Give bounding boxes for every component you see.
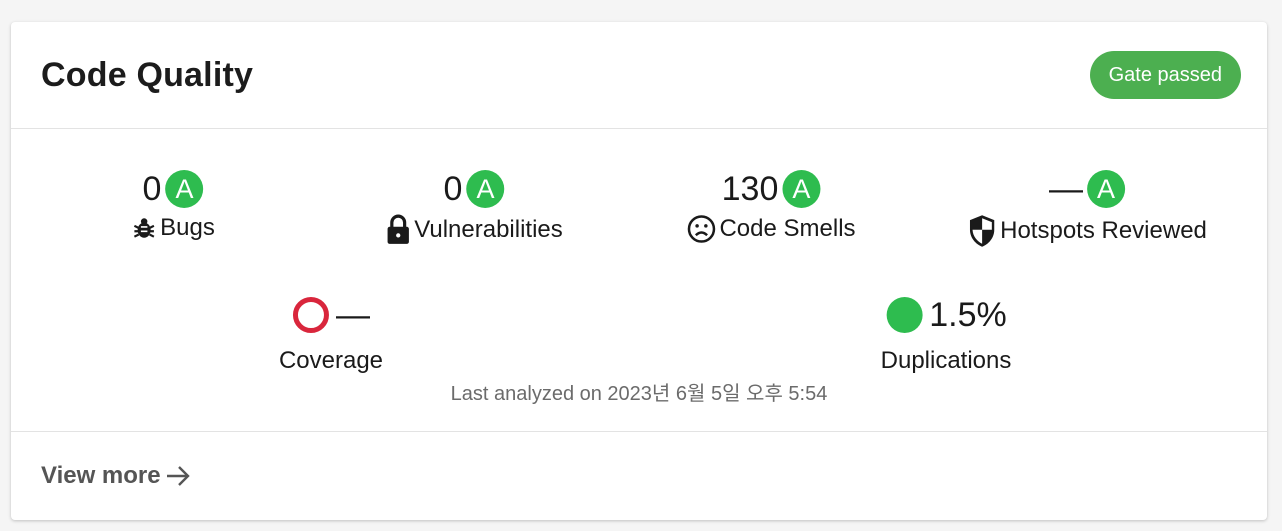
- hotspots-value: —: [1048, 169, 1083, 208]
- metric-bugs[interactable]: 0 A Bugs: [131, 164, 215, 242]
- metric-duplications[interactable]: 1.5% Duplications: [881, 289, 1012, 375]
- coverage-label: Coverage: [278, 347, 384, 374]
- shield-icon: [969, 215, 995, 247]
- sad-face-icon: [687, 215, 716, 243]
- metric-hotspots-reviewed[interactable]: — A Hotspots Reviewed: [967, 164, 1207, 248]
- card-title: Code Quality: [41, 55, 254, 94]
- code-smells-label: Code Smells: [719, 215, 856, 242]
- bugs-label: Bugs: [160, 214, 215, 241]
- duplication-dot-icon: [886, 297, 923, 333]
- vulnerabilities-value: 0: [443, 169, 463, 208]
- bug-icon: [133, 218, 155, 238]
- metric-coverage[interactable]: — Coverage: [279, 289, 383, 375]
- last-analyzed-text: Last analyzed on 2023년 6월 5일 오후 5:54: [450, 383, 828, 405]
- card-body: 0 A Bugs 0 A Vulnerabilities 130 A Code …: [11, 129, 1267, 432]
- card-header: Code Quality Gate passed: [11, 22, 1267, 129]
- code-quality-card: Code Quality Gate passed 0 A Bugs 0 A Vu…: [11, 22, 1267, 520]
- metric-code-smells[interactable]: 130 A Code Smells: [686, 164, 856, 244]
- duplications-value: 1.5%: [929, 295, 1007, 334]
- gate-status-badge: Gate passed: [1089, 51, 1241, 99]
- lock-icon: [387, 214, 409, 244]
- card-footer: View more: [11, 432, 1267, 519]
- code-smells-rating-badge: A: [782, 170, 821, 208]
- coverage-ring-icon: [293, 297, 329, 333]
- vulnerabilities-label: Vulnerabilities: [414, 216, 563, 243]
- hotspots-rating-badge: A: [1086, 170, 1125, 208]
- bugs-value: 0: [142, 169, 162, 208]
- view-more-label: View more: [41, 461, 161, 489]
- hotspots-label: Hotspots Reviewed: [1000, 217, 1207, 244]
- view-more-link[interactable]: View more: [41, 462, 191, 490]
- arrow-right-icon: [166, 465, 190, 486]
- metric-vulnerabilities[interactable]: 0 A Vulnerabilities: [385, 164, 563, 246]
- code-smells-value: 130: [721, 169, 779, 208]
- duplications-label: Duplications: [880, 347, 1012, 374]
- bugs-rating-badge: A: [165, 170, 204, 208]
- coverage-value: —: [336, 295, 370, 334]
- vulnerabilities-rating-badge: A: [466, 170, 505, 208]
